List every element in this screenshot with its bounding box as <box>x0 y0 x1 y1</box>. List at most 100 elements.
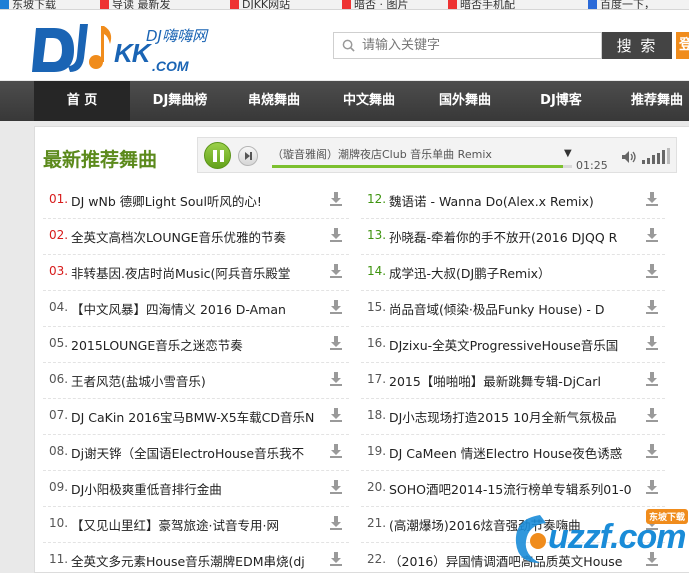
song-item[interactable]: 06. 王者风范(盐城小雪音乐) <box>43 363 349 399</box>
nav-item[interactable]: 中文舞曲 <box>321 81 417 121</box>
download-icon[interactable] <box>645 335 659 351</box>
login-button[interactable]: 登 <box>676 32 689 59</box>
logo-mark-icon <box>32 24 112 72</box>
download-icon[interactable] <box>645 479 659 495</box>
song-title-link[interactable]: 2015【啪啪啪】最新跳舞专辑-DjCarl <box>389 371 637 390</box>
song-rank: 15. <box>367 300 387 314</box>
song-title-link[interactable]: 全英文多元素House音乐潮牌EDM串烧(dj <box>71 551 321 570</box>
download-icon[interactable] <box>329 191 343 207</box>
watermark-logo: uzzf.com 东坡下载 <box>508 505 689 573</box>
song-item[interactable]: 09. DJ小阳极爽重低音排行金曲 <box>43 471 349 507</box>
nav-item[interactable]: 串烧舞曲 <box>227 81 321 121</box>
logo-kk: KK <box>114 38 151 68</box>
nav-item[interactable]: DJ博客 <box>513 81 609 121</box>
download-icon[interactable] <box>329 299 343 315</box>
song-item[interactable]: 17. 2015【啪啪啪】最新跳舞专辑-DjCarl <box>361 363 665 399</box>
song-item[interactable]: 03. 非转基因.夜店时尚Music(阿兵音乐殿堂 <box>43 255 349 291</box>
song-title-link[interactable]: 【中文风暴】四海情义 2016 D-Aman <box>71 299 321 318</box>
song-rank: 07. <box>49 408 69 422</box>
song-title-link[interactable]: DJ CaKin 2016宝马BMW-X5车载CD音乐N <box>71 407 321 426</box>
song-title-link[interactable]: 2015LOUNGE音乐之迷恋节奏 <box>71 335 321 354</box>
song-rank: 11. <box>49 552 69 566</box>
song-item[interactable]: 14. 成学迅-大叔(DJ鹏子Remix） <box>361 255 665 291</box>
song-rank: 13. <box>367 228 387 242</box>
download-icon[interactable] <box>645 263 659 279</box>
download-icon[interactable] <box>645 371 659 387</box>
song-item[interactable]: 11. 全英文多元素House音乐潮牌EDM串烧(dj <box>43 543 349 573</box>
song-item[interactable]: 07. DJ CaKin 2016宝马BMW-X5车载CD音乐N <box>43 399 349 435</box>
download-icon[interactable] <box>329 515 343 531</box>
main-nav: 首 页 DJ舞曲榜 串烧舞曲 中文舞曲 国外舞曲 DJ博客 推荐舞曲 <box>0 81 689 121</box>
download-icon[interactable] <box>645 227 659 243</box>
search-input[interactable] <box>362 33 600 58</box>
song-item[interactable]: 08. Dj谢天铧（全国语ElectroHouse音乐我不 <box>43 435 349 471</box>
song-item[interactable]: 19. DJ CaMeen 情迷Electro House夜色诱惑 <box>361 435 665 471</box>
song-title-link[interactable]: 尚品音域(倾染·极品Funky House) - D <box>389 299 637 318</box>
bookmark-item[interactable]: 东坡下载 <box>0 0 56 9</box>
download-icon[interactable] <box>329 263 343 279</box>
bookmark-item[interactable]: 暗否 · 图片 <box>342 0 409 9</box>
bookmark-item[interactable]: 导读 最新发 <box>100 0 171 9</box>
nav-item[interactable]: 首 页 <box>34 81 130 121</box>
song-title-link[interactable]: 王者风范(盐城小雪音乐) <box>71 371 321 390</box>
search-button[interactable]: 搜 索 <box>602 32 672 59</box>
song-title-link[interactable]: 孙晓磊-牵着你的手不放开(2016 DJQQ R <box>389 227 637 246</box>
download-icon[interactable] <box>645 443 659 459</box>
song-item[interactable]: 01. DJ wNb 德卿Light Soul听风的心! <box>43 183 349 219</box>
song-title-link[interactable]: DJ小志现场打造2015 10月全新气氛极品 <box>389 407 637 426</box>
volume-slider[interactable] <box>642 148 672 164</box>
download-icon[interactable] <box>645 407 659 423</box>
site-logo[interactable]: DJ嗨嗨网 KK .COM <box>30 18 230 78</box>
song-title-link[interactable]: 非转基因.夜店时尚Music(阿兵音乐殿堂 <box>71 263 321 282</box>
song-title-link[interactable]: SOHO酒吧2014-15流行榜单专辑系列01-0 <box>389 479 637 498</box>
progress-bar[interactable] <box>272 165 572 168</box>
pause-button[interactable] <box>204 142 231 169</box>
song-item[interactable]: 12. 魏语诺 - Wanna Do(Alex.x Remix) <box>361 183 665 219</box>
download-icon[interactable] <box>329 551 343 567</box>
download-icon[interactable] <box>329 407 343 423</box>
search-box <box>333 32 602 59</box>
song-item[interactable]: 05. 2015LOUNGE音乐之迷恋节奏 <box>43 327 349 363</box>
song-title-link[interactable]: 【又见山里红】豪驾旅途·试音专用·网 <box>71 515 321 534</box>
volume-level-bar <box>662 150 665 164</box>
bookmark-item[interactable]: 百度一下， <box>588 0 655 10</box>
song-item[interactable]: 18. DJ小志现场打造2015 10月全新气氛极品 <box>361 399 665 435</box>
volume-level-bar <box>647 157 650 164</box>
download-icon[interactable] <box>329 335 343 351</box>
nav-item[interactable]: 国外舞曲 <box>417 81 513 121</box>
download-icon[interactable] <box>329 227 343 243</box>
song-item[interactable]: 20. SOHO酒吧2014-15流行榜单专辑系列01-0 <box>361 471 665 507</box>
song-title-link[interactable]: DJ CaMeen 情迷Electro House夜色诱惑 <box>389 443 637 462</box>
bookmark-label: 百度一下， <box>600 0 655 10</box>
nav-item[interactable]: 推荐舞曲 <box>609 81 689 121</box>
song-title-link[interactable]: 魏语诺 - Wanna Do(Alex.x Remix) <box>389 191 637 210</box>
song-item[interactable]: 16. DJzixu-全英文ProgressiveHouse音乐国 <box>361 327 665 363</box>
volume-level-bar <box>652 155 655 164</box>
song-title-link[interactable]: DJ小阳极爽重低音排行金曲 <box>71 479 321 498</box>
song-title-link[interactable]: Dj谢天铧（全国语ElectroHouse音乐我不 <box>71 443 321 462</box>
song-item[interactable]: 15. 尚品音域(倾染·极品Funky House) - D <box>361 291 665 327</box>
next-icon <box>245 152 252 160</box>
download-icon[interactable] <box>645 299 659 315</box>
song-title-link[interactable]: DJzixu-全英文ProgressiveHouse音乐国 <box>389 335 637 354</box>
bookmark-item[interactable]: 暗否手机配 <box>448 0 515 9</box>
song-item[interactable]: 02. 全英文高档次LOUNGE音乐优雅的节奏 <box>43 219 349 255</box>
download-icon[interactable] <box>329 479 343 495</box>
song-item[interactable]: 10. 【又见山里红】豪驾旅途·试音专用·网 <box>43 507 349 543</box>
volume-level-bar <box>642 160 645 164</box>
song-title-link[interactable]: DJ wNb 德卿Light Soul听风的心! <box>71 191 321 210</box>
volume-icon[interactable] <box>621 150 637 164</box>
song-title-link[interactable]: 全英文高档次LOUNGE音乐优雅的节奏 <box>71 227 321 246</box>
download-icon[interactable] <box>329 443 343 459</box>
download-icon[interactable] <box>645 191 659 207</box>
bookmark-label: DJKK网站 <box>242 0 291 10</box>
nav-item[interactable]: DJ舞曲榜 <box>133 81 227 121</box>
song-item[interactable]: 04. 【中文风暴】四海情义 2016 D-Aman <box>43 291 349 327</box>
song-item[interactable]: 13. 孙晓磊-牵着你的手不放开(2016 DJQQ R <box>361 219 665 255</box>
next-track-button[interactable] <box>238 146 258 166</box>
track-dropdown-icon[interactable]: ▼ <box>564 148 572 159</box>
song-title-link[interactable]: 成学迅-大叔(DJ鹏子Remix） <box>389 263 637 282</box>
bookmark-item[interactable]: DJKK网站 <box>230 0 291 10</box>
download-icon[interactable] <box>329 371 343 387</box>
song-rank: 22. <box>367 552 387 566</box>
